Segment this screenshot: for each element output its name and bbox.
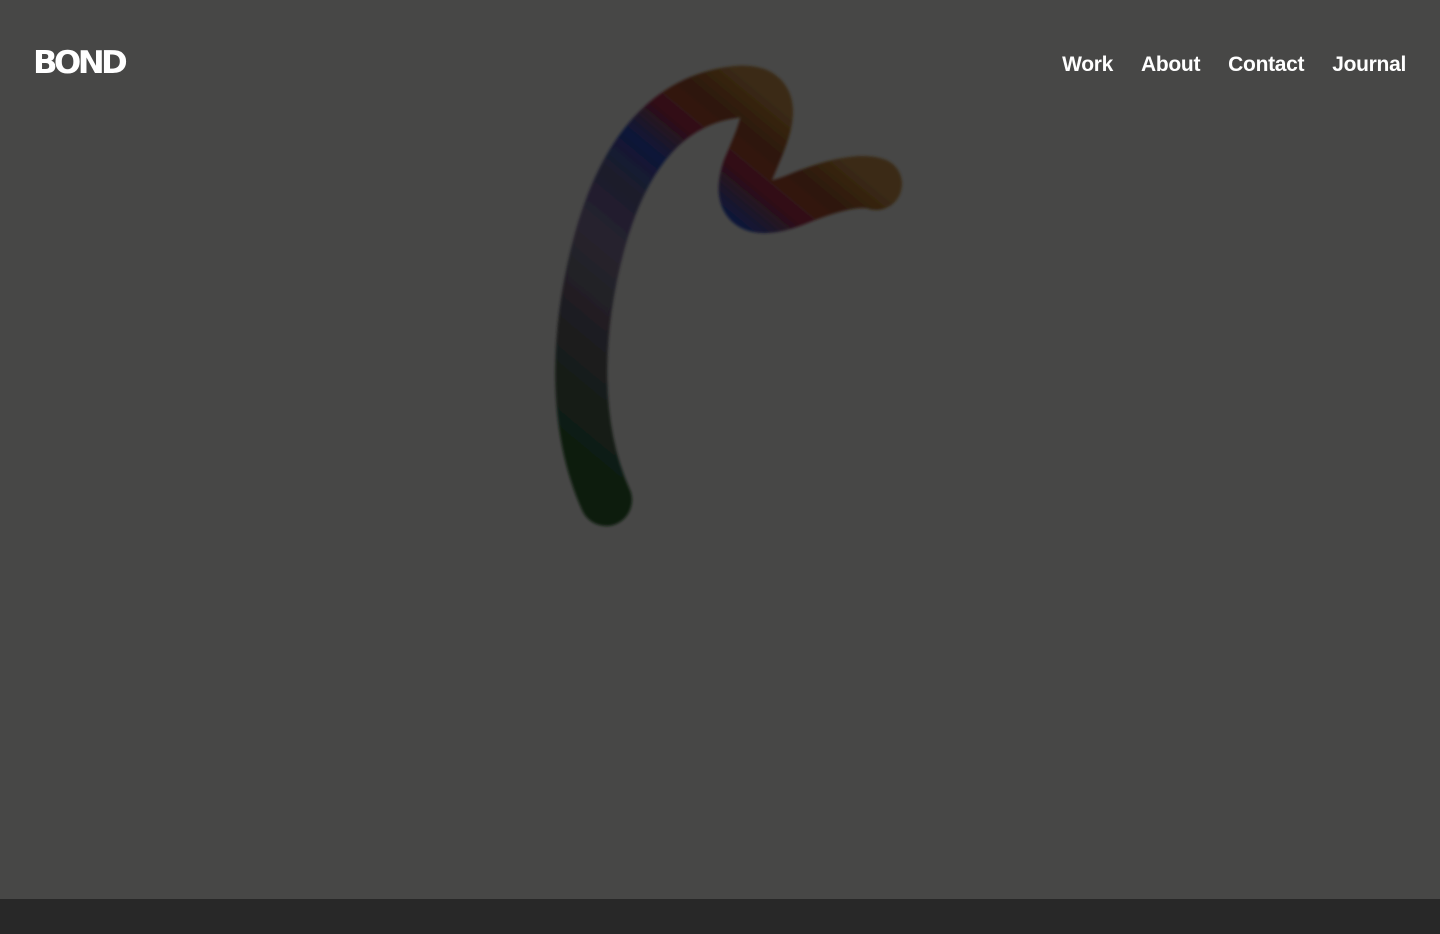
nav-link-work[interactable]: Work (1062, 50, 1113, 80)
nav-link-journal[interactable]: Journal (1332, 50, 1406, 80)
nav-link-contact[interactable]: Contact (1228, 50, 1304, 80)
nav-link-about[interactable]: About (1141, 50, 1200, 80)
site-header: BOND Work About Contact Journal (0, 0, 1440, 130)
main-nav: Work About Contact Journal (1062, 50, 1406, 80)
page: BOND Work About Contact Journal (0, 0, 1440, 934)
footer-strip (0, 899, 1440, 934)
brush-stroke-graphic (555, 65, 902, 526)
brush-stroke-path (555, 65, 902, 526)
bond-logo[interactable]: BOND (33, 42, 128, 84)
